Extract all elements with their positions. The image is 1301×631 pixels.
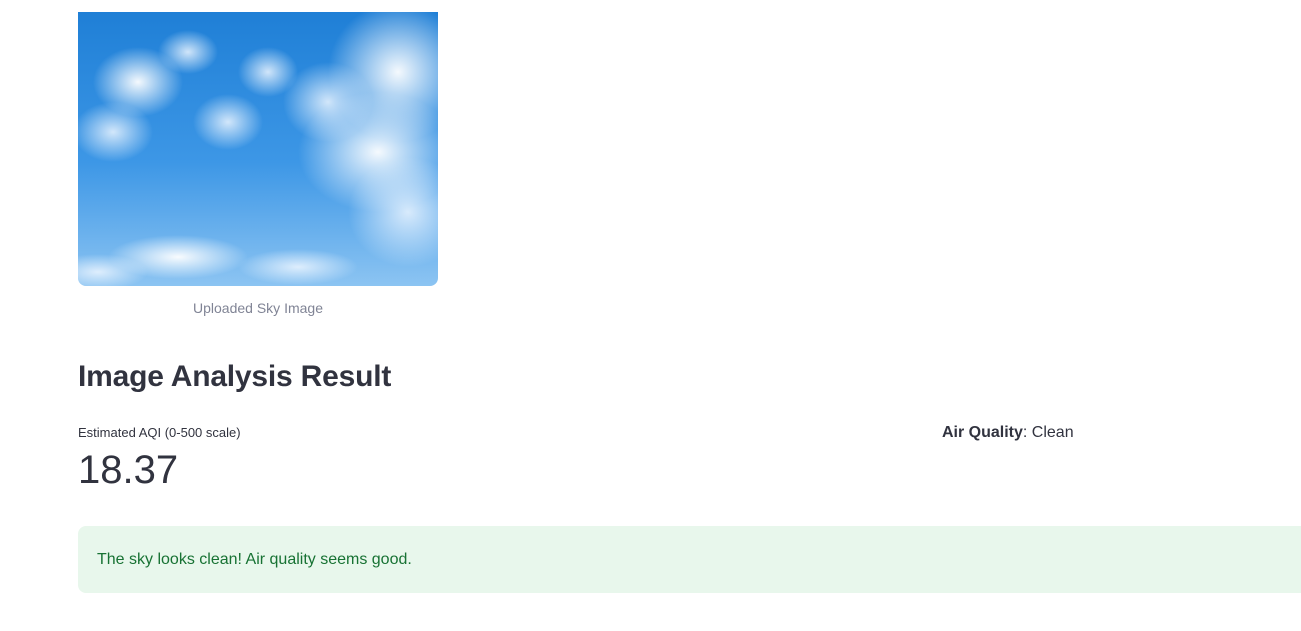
aqi-metric: Estimated AQI (0-500 scale) 18.37 <box>78 425 241 492</box>
image-caption: Uploaded Sky Image <box>193 300 323 316</box>
section-title: Image Analysis Result <box>78 360 392 393</box>
air-quality-separator: : <box>1022 424 1032 441</box>
sky-photo <box>78 12 438 286</box>
uploaded-image-figure: Uploaded Sky Image <box>78 12 438 316</box>
success-message: The sky looks clean! Air quality seems g… <box>97 550 412 568</box>
success-alert: The sky looks clean! Air quality seems g… <box>78 526 1301 593</box>
air-quality-value: Clean <box>1031 424 1074 441</box>
metric-value: 18.37 <box>78 448 179 492</box>
app-page: Uploaded Sky Image Image Analysis Result… <box>0 0 1301 631</box>
metric-label: Estimated AQI (0-500 scale) <box>78 425 241 440</box>
air-quality-label: Air Quality <box>942 424 1023 441</box>
air-quality-status: Air Quality: Clean <box>942 424 1074 442</box>
